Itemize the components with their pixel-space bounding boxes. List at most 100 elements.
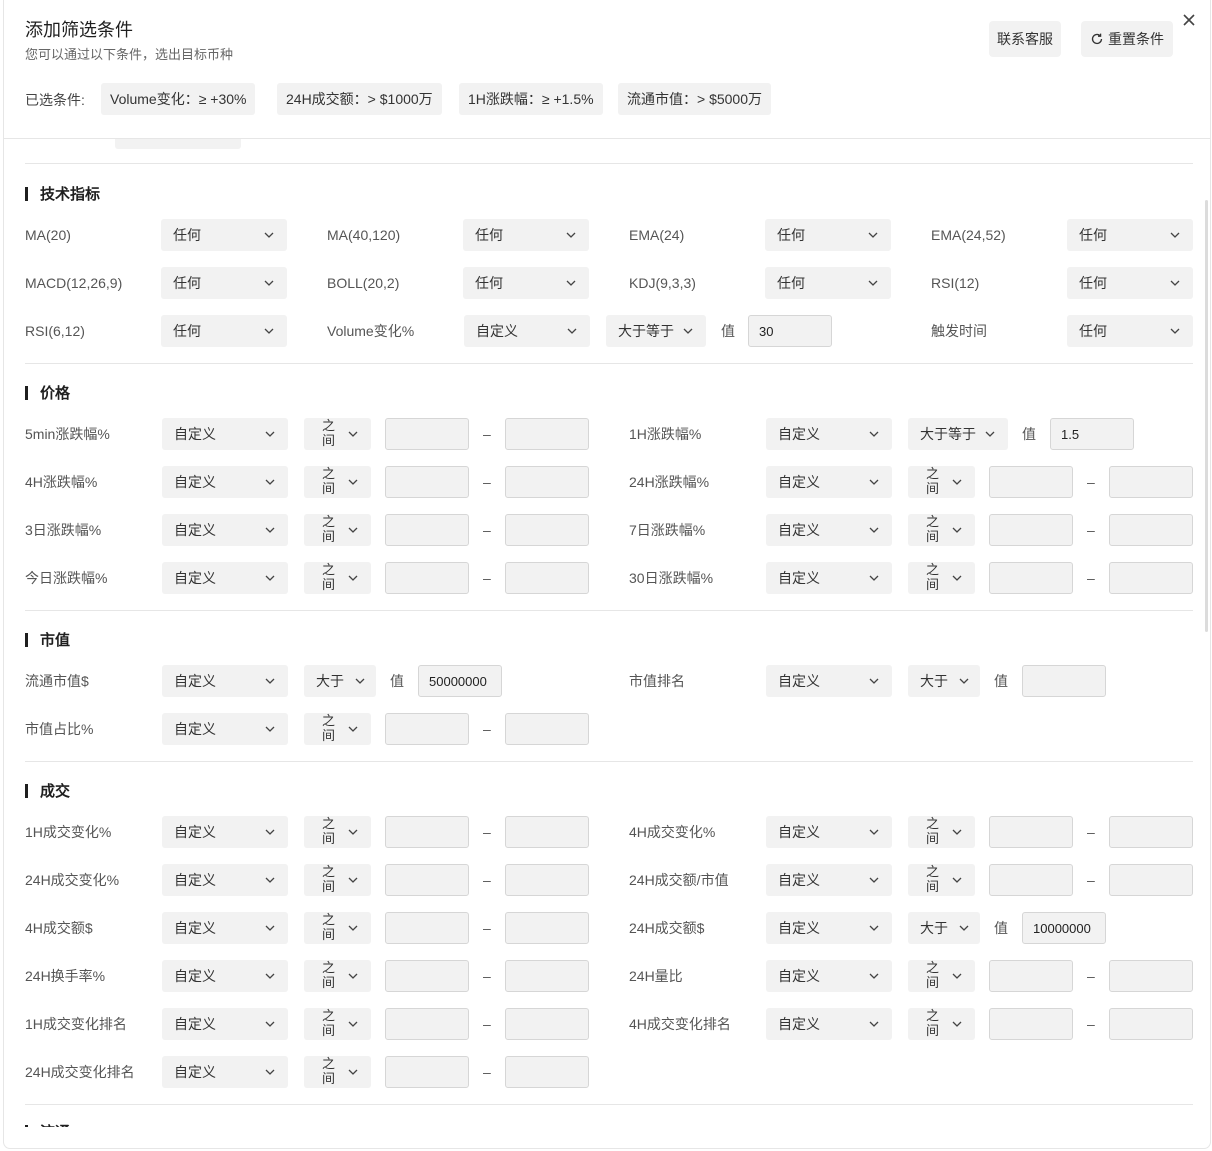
- min-input[interactable]: [989, 960, 1073, 992]
- operator-select[interactable]: 之间: [304, 466, 371, 498]
- volume-value-input[interactable]: 30: [748, 315, 832, 347]
- operator-select[interactable]: 大于: [908, 912, 980, 944]
- min-input[interactable]: [385, 960, 469, 992]
- min-input[interactable]: [385, 514, 469, 546]
- operator-select[interactable]: 之间: [304, 816, 371, 848]
- min-input[interactable]: [385, 466, 469, 498]
- condition-chip[interactable]: Volume变化：≥ +30%: [101, 83, 256, 115]
- max-input[interactable]: [505, 1008, 589, 1040]
- operator-select[interactable]: 之间: [304, 514, 371, 546]
- min-input[interactable]: [385, 1008, 469, 1040]
- max-input[interactable]: [505, 816, 589, 848]
- operator-select[interactable]: 之间: [908, 514, 975, 546]
- condition-chip[interactable]: 24H成交额：> $1000万: [277, 83, 442, 115]
- max-input[interactable]: [505, 562, 589, 594]
- max-input[interactable]: [1109, 816, 1193, 848]
- mode-select[interactable]: 自定义: [766, 912, 892, 944]
- ma20-select[interactable]: 任何: [161, 219, 287, 251]
- value-input[interactable]: [1022, 665, 1106, 697]
- operator-select[interactable]: 之间: [908, 466, 975, 498]
- min-input[interactable]: [385, 418, 469, 450]
- mode-select[interactable]: 自定义: [766, 1008, 892, 1040]
- value-input[interactable]: 1.5: [1050, 418, 1134, 450]
- boll-select[interactable]: 任何: [463, 267, 589, 299]
- max-input[interactable]: [1109, 960, 1193, 992]
- mode-select[interactable]: 自定义: [162, 562, 288, 594]
- max-input[interactable]: [505, 466, 589, 498]
- volume-operator-select[interactable]: 大于等于: [606, 315, 706, 347]
- operator-select[interactable]: 之间: [304, 1056, 371, 1088]
- mode-select[interactable]: 自定义: [162, 1056, 288, 1088]
- min-input[interactable]: [385, 562, 469, 594]
- operator-select[interactable]: 之间: [908, 816, 975, 848]
- operator-select[interactable]: 大于: [304, 665, 376, 697]
- max-input[interactable]: [505, 418, 589, 450]
- ma40-120-select[interactable]: 任何: [463, 219, 589, 251]
- filter-scroll-area[interactable]: 技术指标 MA(20) 任何 MA(40,120) 任何 EMA(24) 任何 …: [4, 139, 1210, 1127]
- min-input[interactable]: [385, 912, 469, 944]
- mode-select[interactable]: 自定义: [162, 665, 288, 697]
- contact-support-button[interactable]: 联系客服: [989, 21, 1061, 57]
- max-input[interactable]: [505, 713, 589, 745]
- operator-select[interactable]: 之间: [304, 562, 371, 594]
- mode-select[interactable]: 自定义: [766, 816, 892, 848]
- min-input[interactable]: [989, 816, 1073, 848]
- mode-select[interactable]: 自定义: [766, 418, 892, 450]
- max-input[interactable]: [505, 960, 589, 992]
- mode-select[interactable]: 自定义: [162, 864, 288, 896]
- max-input[interactable]: [505, 912, 589, 944]
- mode-select[interactable]: 自定义: [162, 1008, 288, 1040]
- rsi6-12-select[interactable]: 任何: [161, 315, 287, 347]
- ema24-select[interactable]: 任何: [765, 219, 891, 251]
- max-input[interactable]: [505, 514, 589, 546]
- operator-select[interactable]: 之间: [304, 960, 371, 992]
- min-input[interactable]: [989, 466, 1073, 498]
- mode-select[interactable]: 自定义: [766, 562, 892, 594]
- min-input[interactable]: [385, 1056, 469, 1088]
- mode-select[interactable]: 自定义: [162, 960, 288, 992]
- min-input[interactable]: [989, 514, 1073, 546]
- mode-select[interactable]: 自定义: [162, 713, 288, 745]
- scrollbar-thumb[interactable]: [1205, 200, 1208, 632]
- min-input[interactable]: [385, 864, 469, 896]
- min-input[interactable]: [385, 816, 469, 848]
- mode-select[interactable]: 自定义: [162, 514, 288, 546]
- mode-select[interactable]: 自定义: [766, 466, 892, 498]
- min-input[interactable]: [385, 713, 469, 745]
- macd-select[interactable]: 任何: [161, 267, 287, 299]
- mode-select[interactable]: 自定义: [766, 864, 892, 896]
- max-input[interactable]: [1109, 1008, 1193, 1040]
- mode-select[interactable]: 自定义: [766, 960, 892, 992]
- min-input[interactable]: [989, 562, 1073, 594]
- max-input[interactable]: [1109, 562, 1193, 594]
- min-input[interactable]: [989, 864, 1073, 896]
- min-input[interactable]: [989, 1008, 1073, 1040]
- mode-select[interactable]: 自定义: [162, 912, 288, 944]
- mode-select[interactable]: 自定义: [766, 514, 892, 546]
- close-button[interactable]: [1178, 9, 1200, 31]
- operator-select[interactable]: 大于等于: [908, 418, 1008, 450]
- max-input[interactable]: [1109, 514, 1193, 546]
- max-input[interactable]: [505, 1056, 589, 1088]
- operator-select[interactable]: 之间: [908, 1008, 975, 1040]
- operator-select[interactable]: 之间: [304, 864, 371, 896]
- operator-select[interactable]: 之间: [908, 562, 975, 594]
- operator-select[interactable]: 之间: [908, 960, 975, 992]
- condition-chip[interactable]: 1H涨跌幅：≥ +1.5%: [459, 83, 603, 115]
- condition-chip[interactable]: 流通市值：> $5000万: [618, 83, 771, 115]
- trigger-time-select[interactable]: 任何: [1067, 315, 1193, 347]
- reset-conditions-button[interactable]: 重置条件: [1081, 21, 1173, 57]
- value-input[interactable]: 10000000: [1022, 912, 1106, 944]
- mode-select[interactable]: 自定义: [766, 665, 892, 697]
- operator-select[interactable]: 之间: [304, 418, 371, 450]
- mode-select[interactable]: 自定义: [162, 816, 288, 848]
- kdj-select[interactable]: 任何: [765, 267, 891, 299]
- operator-select[interactable]: 之间: [304, 912, 371, 944]
- mode-select[interactable]: 自定义: [162, 418, 288, 450]
- max-input[interactable]: [1109, 466, 1193, 498]
- operator-select[interactable]: 大于: [908, 665, 980, 697]
- mode-select[interactable]: 自定义: [162, 466, 288, 498]
- ema24-52-select[interactable]: 任何: [1067, 219, 1193, 251]
- partial-select[interactable]: [115, 139, 241, 149]
- operator-select[interactable]: 之间: [304, 1008, 371, 1040]
